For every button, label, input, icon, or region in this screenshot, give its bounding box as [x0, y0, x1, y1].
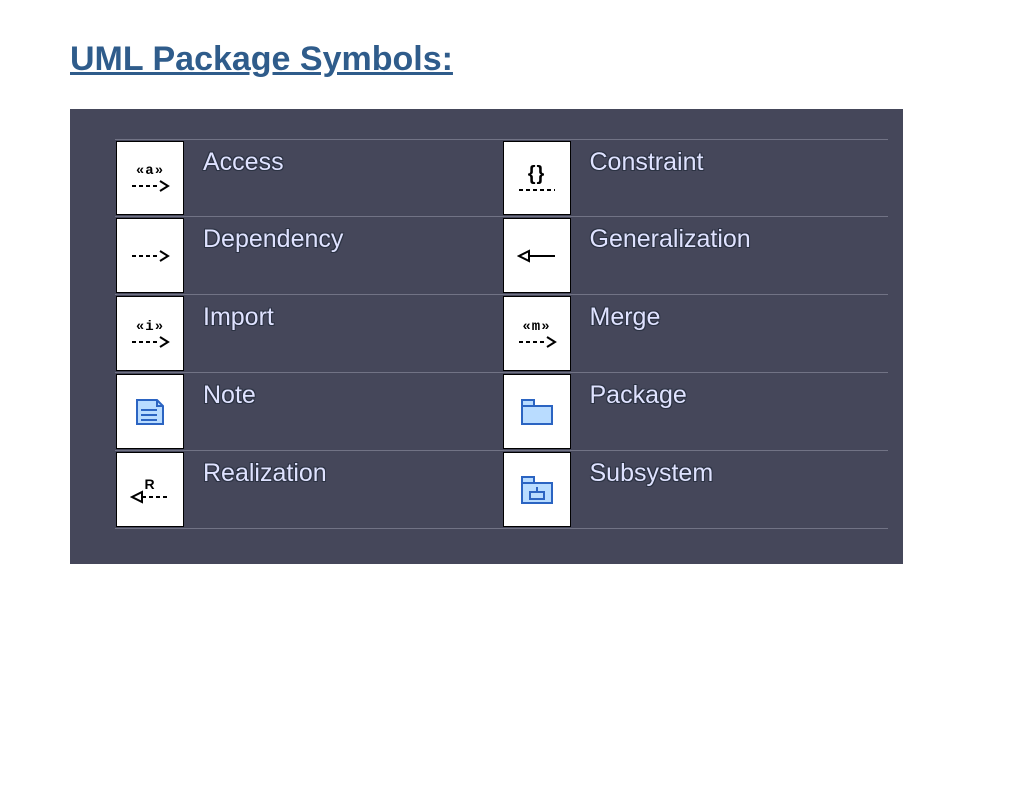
row-import: «i» Import	[115, 295, 502, 373]
package-icon	[503, 374, 571, 449]
generalization-label: Generalization	[572, 217, 889, 294]
subsystem-label: Subsystem	[572, 451, 889, 528]
merge-label: Merge	[572, 295, 889, 372]
package-label: Package	[572, 373, 889, 450]
dependency-icon	[116, 218, 184, 293]
row-merge: «m» Merge	[502, 295, 889, 373]
row-package: Package	[502, 373, 889, 451]
subsystem-icon	[503, 452, 571, 527]
row-constraint: {} Constraint	[502, 139, 889, 217]
realization-label: Realization	[185, 451, 502, 528]
page-title: UML Package Symbols:	[70, 40, 1024, 79]
row-note: Note	[115, 373, 502, 451]
row-subsystem: Subsystem	[502, 451, 889, 529]
merge-icon: «m»	[503, 296, 571, 371]
row-dependency: Dependency	[115, 217, 502, 295]
row-access: «a» Access	[115, 139, 502, 217]
access-icon: «a»	[116, 141, 184, 215]
left-column: «a» Access Dependency «i» Import	[115, 139, 502, 554]
import-label: Import	[185, 295, 502, 372]
right-column: {} Constraint Generalization «m» Merge	[502, 139, 889, 554]
constraint-label: Constraint	[572, 140, 889, 216]
dependency-label: Dependency	[185, 217, 502, 294]
import-icon: «i»	[116, 296, 184, 371]
access-label: Access	[185, 140, 502, 216]
row-generalization: Generalization	[502, 217, 889, 295]
generalization-icon	[503, 218, 571, 293]
note-icon	[116, 374, 184, 449]
row-realization: R Realization	[115, 451, 502, 529]
symbols-panel: «a» Access Dependency «i» Import	[70, 109, 903, 564]
realization-icon: R	[116, 452, 184, 527]
note-label: Note	[185, 373, 502, 450]
constraint-icon: {}	[503, 141, 571, 215]
